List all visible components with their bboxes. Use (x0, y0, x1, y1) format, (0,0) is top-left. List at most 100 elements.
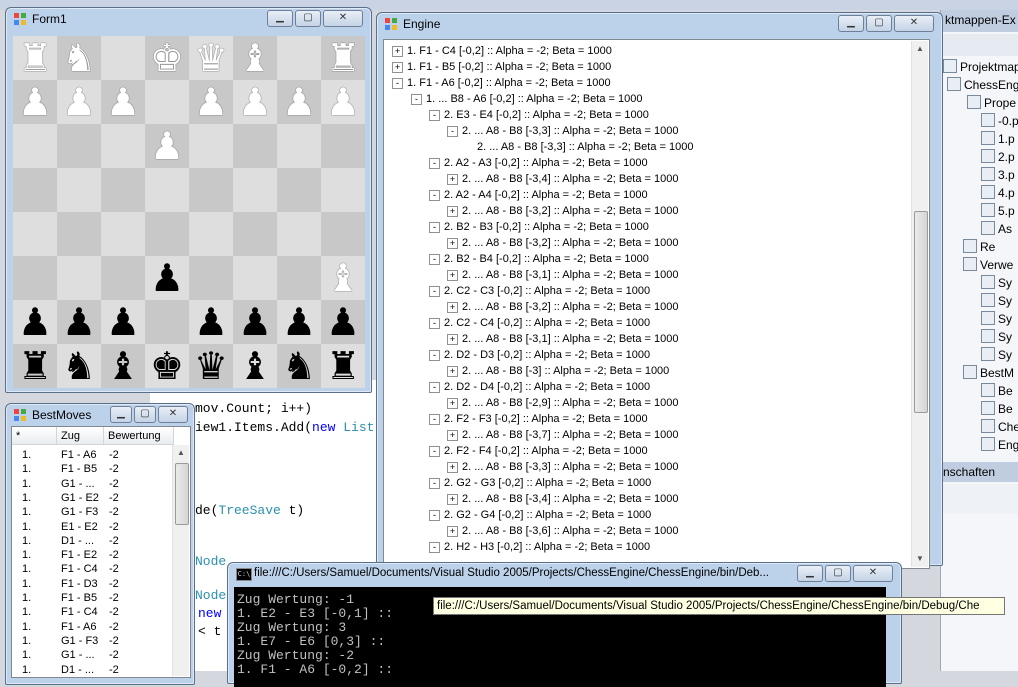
tree-node[interactable]: +1. F1 - C4 [-0,2] :: Alpha = -2; Beta =… (392, 43, 612, 59)
board-square[interactable]: ♟ (145, 124, 189, 168)
list-item-move[interactable]: F1 - D3 (61, 577, 98, 591)
list-item-score[interactable]: -2 (109, 562, 119, 576)
board-square[interactable] (13, 168, 57, 212)
board-square[interactable]: ♝ (321, 256, 365, 300)
tree-node[interactable]: -2. A2 - A3 [-0,2] :: Alpha = -2; Beta =… (429, 155, 648, 171)
expand-icon[interactable]: + (447, 174, 458, 185)
expand-icon[interactable]: + (447, 494, 458, 505)
list-item-move[interactable]: G1 - E2 (61, 491, 99, 505)
solution-explorer-item[interactable]: Sy (981, 274, 1012, 292)
white-pawn-icon[interactable]: ♟ (326, 80, 360, 124)
tree-node[interactable]: +2. ... A8 - B8 [-3,1] :: Alpha = -2; Be… (447, 267, 678, 283)
solution-explorer-item[interactable]: Engine (981, 436, 1018, 454)
black-pawn-icon[interactable]: ♟ (282, 300, 316, 344)
solution-explorer-item[interactable]: ChessEng (947, 76, 1018, 94)
black-pawn-icon[interactable]: ♟ (238, 300, 272, 344)
collapse-icon[interactable]: - (429, 414, 440, 425)
tree-node[interactable]: -2. C2 - C4 [-0,2] :: Alpha = -2; Beta =… (429, 315, 650, 331)
list-item-score[interactable]: -2 (109, 548, 119, 562)
solution-explorer-item[interactable]: As (981, 220, 1012, 238)
tree-node[interactable]: -2. G2 - G3 [-0,2] :: Alpha = -2; Beta =… (429, 475, 651, 491)
board-square[interactable] (145, 212, 189, 256)
list-item-index[interactable]: 1. (22, 491, 31, 505)
scroll-thumb[interactable] (914, 211, 928, 413)
black-knight-icon[interactable]: ♞ (62, 344, 96, 388)
list-item-move[interactable]: F1 - C4 (61, 562, 98, 576)
scroll-down-arrow-icon[interactable]: ▼ (912, 551, 928, 567)
solution-explorer-item[interactable]: 5.p (981, 202, 1015, 220)
tree-node[interactable]: +2. ... A8 - B8 [-3,1] :: Alpha = -2; Be… (447, 331, 678, 347)
list-item-index[interactable]: 1. (22, 462, 31, 476)
collapse-icon[interactable]: - (429, 110, 440, 121)
board-square[interactable]: ♟ (13, 300, 57, 344)
board-square[interactable]: ♞ (277, 344, 321, 388)
scroll-up-arrow-icon[interactable]: ▲ (912, 41, 928, 57)
list-item-index[interactable]: 1. (22, 605, 31, 619)
collapse-icon[interactable]: - (447, 126, 458, 137)
maximize-button[interactable]: ▢ (866, 15, 892, 32)
list-item-index[interactable]: 1. (22, 634, 31, 648)
list-item-move[interactable]: F1 - C4 (61, 605, 98, 619)
list-item-index[interactable]: 1. (22, 648, 31, 662)
solution-explorer-item[interactable]: Projektmappe (943, 58, 1018, 76)
collapse-icon[interactable]: - (429, 510, 440, 521)
list-item-score[interactable]: -2 (109, 448, 119, 462)
form1-titlebar[interactable]: Form1 ▁ ▢ ✕ (6, 8, 371, 30)
tree-node[interactable]: +2. ... A8 - B8 [-3,6] :: Alpha = -2; Be… (447, 523, 678, 539)
maximize-button[interactable]: ▢ (825, 565, 851, 582)
list-item-move[interactable]: G1 - ... (61, 648, 95, 662)
board-square[interactable] (101, 124, 145, 168)
board-square[interactable] (277, 212, 321, 256)
black-knight-icon[interactable]: ♞ (282, 344, 316, 388)
tree-node[interactable]: +2. ... A8 - B8 [-3,2] :: Alpha = -2; Be… (447, 235, 678, 251)
engine-titlebar[interactable]: Engine ▁ ▢ ✕ (377, 13, 942, 35)
white-rook-icon[interactable]: ♜ (18, 36, 52, 80)
board-square[interactable]: ♟ (189, 300, 233, 344)
tree-node[interactable]: +2. ... A8 - B8 [-3,2] :: Alpha = -2; Be… (447, 203, 678, 219)
expand-icon[interactable]: + (447, 526, 458, 537)
tree-node[interactable]: -1. F1 - A6 [-0,2] :: Alpha = -2; Beta =… (392, 75, 611, 91)
tree-node[interactable]: -2. F2 - F3 [-0,2] :: Alpha = -2; Beta =… (429, 411, 648, 427)
column-header-index[interactable]: * (12, 427, 57, 445)
list-item-move[interactable]: F1 - B5 (61, 591, 97, 605)
board-square[interactable] (101, 212, 145, 256)
black-rook-icon[interactable]: ♜ (18, 344, 52, 388)
collapse-icon[interactable]: - (429, 446, 440, 457)
board-square[interactable]: ♟ (321, 80, 365, 124)
board-square[interactable]: ♛ (189, 36, 233, 80)
collapse-icon[interactable]: - (429, 318, 440, 329)
list-item-score[interactable]: -2 (109, 591, 119, 605)
tree-node[interactable]: +2. ... A8 - B8 [-3,7] :: Alpha = -2; Be… (447, 427, 678, 443)
maximize-button[interactable]: ▢ (134, 406, 156, 423)
collapse-icon[interactable]: - (429, 286, 440, 297)
board-square[interactable]: ♟ (145, 256, 189, 300)
board-square[interactable] (189, 212, 233, 256)
tree-node[interactable]: +2. ... A8 - B8 [-2,9] :: Alpha = -2; Be… (447, 395, 678, 411)
solution-explorer-item[interactable]: Sy (981, 346, 1012, 364)
board-square[interactable]: ♛ (189, 344, 233, 388)
collapse-icon[interactable]: - (429, 190, 440, 201)
board-square[interactable]: ♟ (277, 300, 321, 344)
black-bishop-icon[interactable]: ♝ (106, 344, 140, 388)
tree-node[interactable]: -2. D2 - D4 [-0,2] :: Alpha = -2; Beta =… (429, 379, 650, 395)
board-square[interactable]: ♜ (13, 344, 57, 388)
board-square[interactable]: ♞ (57, 36, 101, 80)
solution-explorer-item[interactable]: Be (981, 400, 1013, 418)
white-pawn-icon[interactable]: ♟ (282, 80, 316, 124)
white-knight-icon[interactable]: ♞ (62, 36, 96, 80)
console-titlebar[interactable]: C:\ file:///C:/Users/Samuel/Documents/Vi… (228, 563, 901, 585)
list-item-index[interactable]: 1. (22, 534, 31, 548)
board-square[interactable]: ♟ (321, 300, 365, 344)
black-rook-icon[interactable]: ♜ (326, 344, 360, 388)
solution-explorer-item[interactable]: Be (981, 382, 1013, 400)
list-item-move[interactable]: G1 - F3 (61, 505, 98, 519)
collapse-icon[interactable]: - (429, 254, 440, 265)
board-square[interactable]: ♚ (145, 36, 189, 80)
board-square[interactable]: ♜ (321, 344, 365, 388)
board-square[interactable]: ♜ (321, 36, 365, 80)
board-square[interactable]: ♟ (189, 80, 233, 124)
list-item-move[interactable]: E1 - E2 (61, 520, 98, 534)
close-button[interactable]: ✕ (323, 10, 363, 27)
board-square[interactable]: ♝ (101, 344, 145, 388)
list-item-index[interactable]: 1. (22, 620, 31, 634)
